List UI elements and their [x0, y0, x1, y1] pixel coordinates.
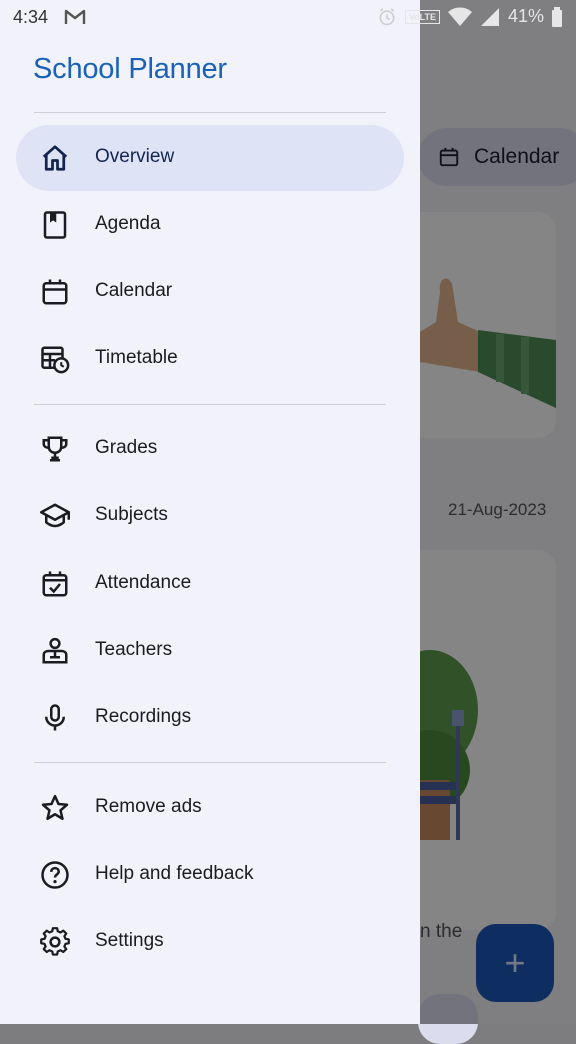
nav-item-agenda[interactable]: Agenda	[16, 192, 404, 258]
navigation-drawer: School Planner Overview Agenda Calendar	[0, 0, 420, 1024]
school-icon	[40, 503, 70, 528]
divider	[34, 112, 386, 113]
nav-item-grades[interactable]: Grades	[16, 416, 404, 482]
volte-badge: VoLTE	[404, 9, 440, 24]
star-icon	[41, 794, 69, 820]
home-icon	[42, 145, 68, 171]
nav-item-label: Timetable	[95, 347, 178, 368]
nav-item-label: Grades	[95, 437, 158, 458]
trophy-icon	[42, 436, 68, 462]
status-bar: 4:34 VoLTE 41%	[0, 0, 576, 36]
nav-item-help[interactable]: Help and feedback	[16, 842, 404, 908]
nav-item-label: Subjects	[95, 504, 168, 525]
nav-item-remove-ads[interactable]: Remove ads	[16, 775, 404, 841]
attendance-icon	[42, 571, 68, 597]
alarm-icon	[377, 7, 397, 27]
nav-item-subjects[interactable]: Subjects	[16, 483, 404, 549]
battery-percent: 41%	[507, 6, 544, 26]
nav-item-label: Recordings	[95, 706, 192, 727]
status-time: 4:34	[13, 7, 49, 27]
signal-icon	[480, 7, 500, 27]
nav-item-timetable[interactable]: Timetable	[16, 326, 404, 392]
app-title: School Planner	[33, 53, 227, 85]
help-icon	[41, 861, 69, 889]
nav-item-calendar[interactable]: Calendar	[16, 259, 404, 325]
nav-item-label: Agenda	[95, 213, 161, 234]
teacher-icon	[42, 637, 68, 664]
battery-icon	[552, 6, 562, 27]
nav-item-label: Teachers	[95, 639, 173, 660]
nav-item-label: Overview	[95, 146, 175, 167]
nav-item-label: Calendar	[95, 280, 173, 301]
nav-item-settings[interactable]: Settings	[16, 909, 404, 975]
mic-icon	[45, 704, 65, 731]
nav-item-label: Attendance	[95, 572, 192, 593]
divider	[34, 762, 386, 763]
nav-item-attendance[interactable]: Attendance	[16, 551, 404, 617]
calendar-icon	[42, 279, 68, 305]
nav-item-teachers[interactable]: Teachers	[16, 618, 404, 684]
nav-item-label: Settings	[95, 930, 164, 951]
wifi-icon	[447, 7, 472, 27]
nav-item-label: Help and feedback	[95, 863, 254, 884]
nav-item-label: Remove ads	[95, 796, 202, 817]
nav-item-recordings[interactable]: Recordings	[16, 685, 404, 751]
timetable-icon	[41, 346, 70, 374]
agenda-icon	[43, 211, 67, 239]
settings-icon	[40, 927, 70, 956]
divider	[34, 404, 386, 405]
nav-item-overview[interactable]: Overview	[16, 125, 404, 191]
gmail-icon	[64, 8, 86, 26]
